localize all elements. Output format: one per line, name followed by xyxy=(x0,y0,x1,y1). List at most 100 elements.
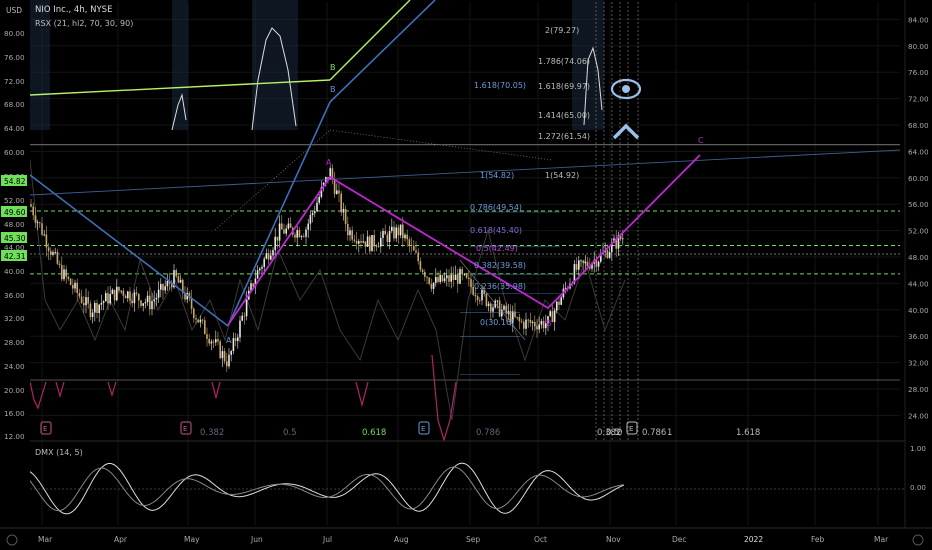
candle-body xyxy=(289,223,292,228)
candle-body xyxy=(83,302,85,306)
currency-label: USD xyxy=(6,6,22,15)
candle-body xyxy=(105,293,107,302)
candle-body xyxy=(542,321,545,329)
candle-body xyxy=(263,258,265,267)
candle-body xyxy=(197,319,199,323)
candle-body xyxy=(553,310,556,323)
candle-body xyxy=(476,296,479,301)
event-badge-label: E xyxy=(629,425,633,433)
candle-body xyxy=(395,227,397,239)
right-tick: 36.00 xyxy=(908,332,929,341)
candle-body xyxy=(131,300,133,304)
fib-label: 0.5(42.49) xyxy=(476,244,518,253)
time-label: Mar xyxy=(38,535,53,544)
left-tick: 40.00 xyxy=(4,267,25,276)
candle-body xyxy=(399,224,402,236)
event-badge-label: E xyxy=(421,425,425,433)
right-tick: 40.00 xyxy=(908,306,929,315)
candle-body xyxy=(54,251,56,253)
candle-body xyxy=(622,238,624,240)
candle-body xyxy=(162,284,164,291)
candle-body xyxy=(474,294,477,297)
candle-body xyxy=(151,301,153,310)
candle-body xyxy=(514,311,516,317)
candle-body xyxy=(375,246,378,248)
candle-body xyxy=(116,286,118,301)
candle-body xyxy=(303,236,305,238)
candle-body xyxy=(285,228,287,234)
candle-body xyxy=(267,253,270,260)
candle-body xyxy=(259,268,261,271)
candle-body xyxy=(305,229,307,237)
time-label: Feb xyxy=(811,535,825,544)
candle-body xyxy=(175,270,177,277)
candle-body xyxy=(586,261,589,266)
candle-body xyxy=(111,289,114,294)
candle-body xyxy=(487,303,490,306)
candle-body xyxy=(149,295,151,310)
candle-body xyxy=(296,230,298,238)
candle-body xyxy=(241,315,243,321)
price-badge-label: 45.30 xyxy=(4,234,26,243)
candle-body xyxy=(30,204,32,207)
candle-body xyxy=(410,245,413,246)
candle-body xyxy=(366,236,369,247)
left-tick: 16.00 xyxy=(4,409,25,418)
symbol-header: NIO Inc., 4h, NYSE xyxy=(35,5,112,15)
time-label: Jun xyxy=(250,535,263,544)
candle-body xyxy=(448,275,450,282)
candle-body xyxy=(377,246,380,248)
candle-body xyxy=(408,239,411,246)
candle-body xyxy=(256,270,259,279)
candle-body xyxy=(406,234,408,240)
left-tick: 36.00 xyxy=(4,291,25,300)
candle-body xyxy=(358,241,360,244)
shaded-band xyxy=(172,0,188,130)
right-tick: 80.00 xyxy=(908,42,929,51)
candle-body xyxy=(518,317,521,322)
candle-body xyxy=(371,235,373,252)
time-label: Nov xyxy=(606,535,621,544)
time-label: Dec xyxy=(672,535,687,544)
candle-body xyxy=(120,290,122,292)
left-tick: 64.00 xyxy=(4,124,25,133)
time-label: Sep xyxy=(466,535,480,544)
right-tick: 84.00 xyxy=(908,15,929,24)
right-tick: 48.00 xyxy=(908,253,929,262)
candle-body xyxy=(437,277,439,282)
candle-body xyxy=(122,290,125,296)
candle-body xyxy=(76,282,78,293)
candle-body xyxy=(582,260,584,264)
candle-body xyxy=(454,274,457,280)
candle-body xyxy=(527,319,529,321)
candle-body xyxy=(452,274,455,280)
candle-body xyxy=(63,269,65,280)
candle-body xyxy=(261,266,263,269)
candle-body xyxy=(193,308,195,319)
time-fib-label: 0.786 xyxy=(476,428,500,438)
candle-body xyxy=(388,231,391,243)
candle-body xyxy=(85,297,87,306)
eye-pupil xyxy=(622,85,630,93)
candle-body xyxy=(98,304,100,313)
candle-body xyxy=(50,251,52,255)
candle-body xyxy=(435,277,437,283)
candle-body xyxy=(94,302,96,313)
candle-body xyxy=(349,230,351,236)
candle-body xyxy=(465,274,468,278)
candle-body xyxy=(525,319,527,329)
candle-body xyxy=(135,292,138,294)
candle-body xyxy=(118,286,120,291)
candle-body xyxy=(281,223,283,230)
candle-body xyxy=(157,289,160,298)
candle-body xyxy=(419,261,422,270)
right-tick: 52.00 xyxy=(908,227,929,236)
right-tick: 76.00 xyxy=(908,68,929,77)
candle-body xyxy=(177,276,180,283)
time-fib-label: 0.618 xyxy=(362,428,386,438)
candle-body xyxy=(65,269,67,277)
candle-body xyxy=(201,319,204,321)
candle-body xyxy=(430,283,433,289)
candle-body xyxy=(402,224,404,239)
dmx-tick: 0.00 xyxy=(910,483,926,492)
